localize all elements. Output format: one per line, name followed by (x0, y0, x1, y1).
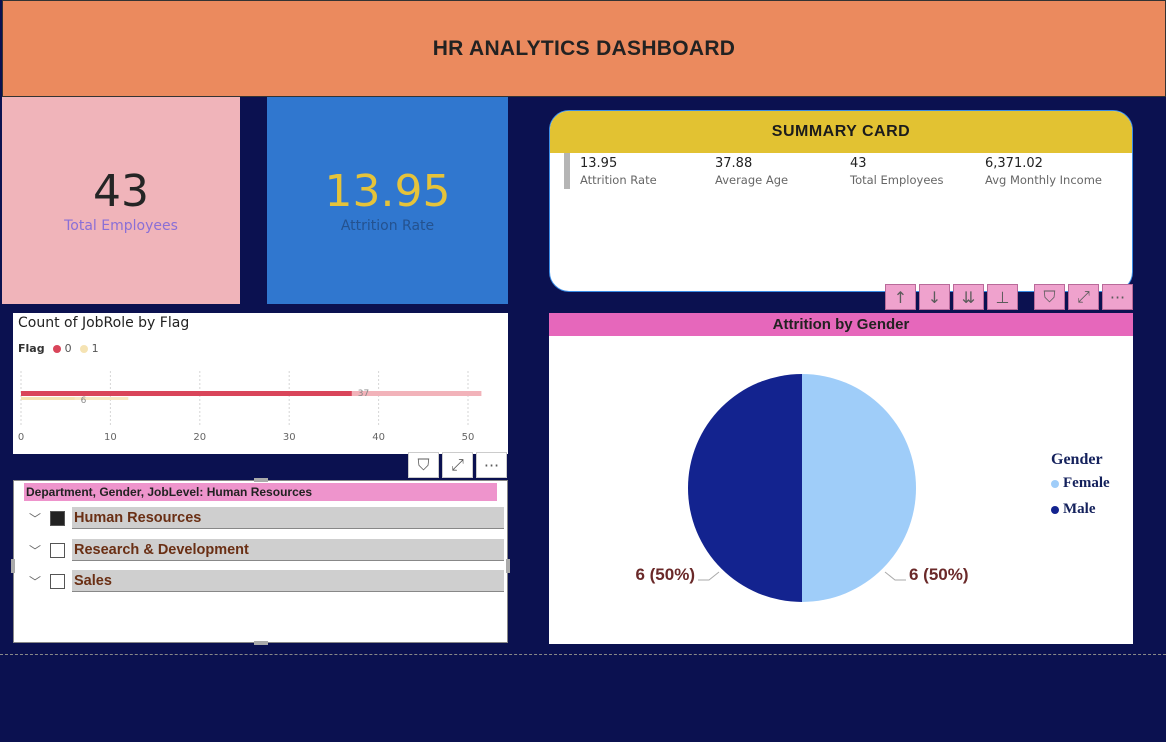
leader-line (698, 571, 720, 581)
pie-slice-male (688, 374, 802, 602)
summary-metric-avg-monthly-income: 6,371.02 Avg Monthly Income (985, 156, 1102, 187)
legend-label: Male (1063, 501, 1096, 517)
resize-handle-top[interactable] (254, 478, 268, 482)
pie-legend-title: Gender (1051, 451, 1103, 468)
attrition-rate-card[interactable]: 13.95 Attrition Rate (267, 97, 508, 304)
slicer-item-label: Research & Development (72, 539, 504, 561)
legend-swatch (1051, 479, 1059, 488)
chevron-down-icon[interactable]: ﹀ (24, 542, 46, 559)
attrition-rate-label: Attrition Rate (340, 217, 435, 234)
summary-metric-label: Total Employees (850, 173, 944, 187)
slicer-item-research-development[interactable]: ﹀ Research & Development (24, 539, 504, 561)
summary-metric-label: Attrition Rate (580, 173, 657, 187)
bar-chart-plot: 0 10 20 30 40 50 37 6 (18, 371, 482, 443)
visual-header-toolbar: ↑ ↓ ⇊ ⊥ ⛉ ⤢ ··· (885, 284, 1133, 310)
total-employees-label: Total Employees (64, 217, 178, 234)
x-tick-label: 0 (18, 432, 24, 443)
chevron-down-icon[interactable]: ﹀ (24, 510, 46, 527)
resize-handle-left[interactable] (11, 559, 15, 573)
summary-accent-bar (564, 153, 570, 189)
x-tick-label: 40 (372, 432, 385, 443)
total-employees-card[interactable]: 43 Total Employees (2, 97, 240, 304)
summary-metric-total-employees: 43 Total Employees (850, 156, 943, 187)
summary-metric-value: 6,371.02 (985, 156, 1043, 171)
drill-down-icon[interactable]: ↓ (919, 284, 950, 310)
total-employees-value: 43 (93, 165, 149, 217)
summary-metric-average-age: 37.88 Average Age (715, 156, 788, 187)
drill-up-icon[interactable]: ↑ (885, 284, 916, 310)
summary-metric-attrition-rate: 13.95 Attrition Rate (580, 156, 657, 187)
canvas-divider (0, 654, 1166, 655)
attrition-by-gender-card[interactable]: Attrition by Gender 6 (50%) 6 (50%) Gende… (549, 313, 1133, 644)
slicer-checkbox[interactable] (50, 510, 65, 526)
filter-icon[interactable]: ⛉ (1034, 284, 1065, 310)
summary-card-header: SUMMARY CARD (550, 111, 1132, 153)
legend-label: Female (1063, 475, 1110, 491)
pie-data-label: 6 (50%) (909, 565, 969, 584)
pie-chart-plot: 6 (50%) 6 (50%) (635, 374, 969, 602)
slicer-checkbox[interactable] (50, 573, 65, 589)
focus-mode-icon[interactable]: ⤢ (442, 452, 473, 478)
x-tick-label: 30 (283, 432, 296, 443)
dashboard-header: HR ANALYTICS DASHBOARD (2, 0, 1166, 97)
summary-metric-value: 43 (850, 156, 867, 171)
summary-card-title: SUMMARY CARD (771, 123, 911, 140)
department-slicer[interactable]: Department, Gender, JobLevel: Human Reso… (11, 478, 510, 645)
attrition-rate-value: 13.95 (324, 165, 451, 217)
summary-card[interactable]: SUMMARY CARD 13.95 Attrition Rate 37.88 … (549, 110, 1133, 292)
slicer-item-label: Sales (72, 570, 504, 592)
focus-mode-icon[interactable]: ⤢ (1068, 284, 1099, 310)
summary-metric-value: 37.88 (715, 156, 753, 171)
summary-metric-value: 13.95 (580, 156, 618, 171)
slicer-item-sales[interactable]: ﹀ Sales (24, 570, 504, 592)
pie-legend: Gender Female Male (1051, 451, 1110, 527)
bar-series-0 (21, 391, 352, 396)
resize-handle-right[interactable] (506, 559, 510, 573)
pie-legend-item-female[interactable]: Female (1051, 475, 1110, 492)
expand-next-level-icon[interactable]: ⇊ (953, 284, 984, 310)
bar-series-1 (21, 397, 75, 400)
legend-swatch (1051, 505, 1059, 514)
chevron-down-icon[interactable]: ﹀ (24, 573, 46, 590)
jobrole-bar-chart-card[interactable]: Count of JobRole by Flag Flag 0 1 0 10 20 3… (13, 313, 508, 454)
pie-slice-female (802, 374, 916, 602)
bar-chart-toolbar: ⛉ ⤢ ··· (408, 452, 507, 478)
filter-icon[interactable]: ⛉ (408, 452, 439, 478)
summary-metric-label: Avg Monthly Income (985, 173, 1102, 187)
summary-metric-label: Average Age (715, 173, 789, 187)
more-options-icon[interactable]: ··· (476, 452, 507, 478)
data-label: 37 (358, 389, 369, 399)
pie-legend-item-male[interactable]: Male (1051, 501, 1110, 518)
leader-line (884, 571, 906, 581)
dashboard-title: HR ANALYTICS DASHBOARD (432, 36, 736, 60)
x-tick-label: 50 (462, 432, 475, 443)
pie-data-label: 6 (50%) (635, 565, 695, 584)
more-options-icon[interactable]: ··· (1102, 284, 1133, 310)
x-tick-label: 10 (104, 432, 117, 443)
slicer-checkbox[interactable] (50, 542, 65, 558)
slicer-item-human-resources[interactable]: ﹀ Human Resources (24, 507, 504, 529)
data-label: 6 (81, 396, 87, 406)
x-tick-label: 20 (193, 432, 206, 443)
resize-handle-bottom[interactable] (254, 641, 268, 645)
slicer-header: Department, Gender, JobLevel: Human Reso… (24, 483, 497, 501)
expand-hierarchy-icon[interactable]: ⊥ (987, 284, 1018, 310)
slicer-item-label: Human Resources (72, 507, 504, 529)
